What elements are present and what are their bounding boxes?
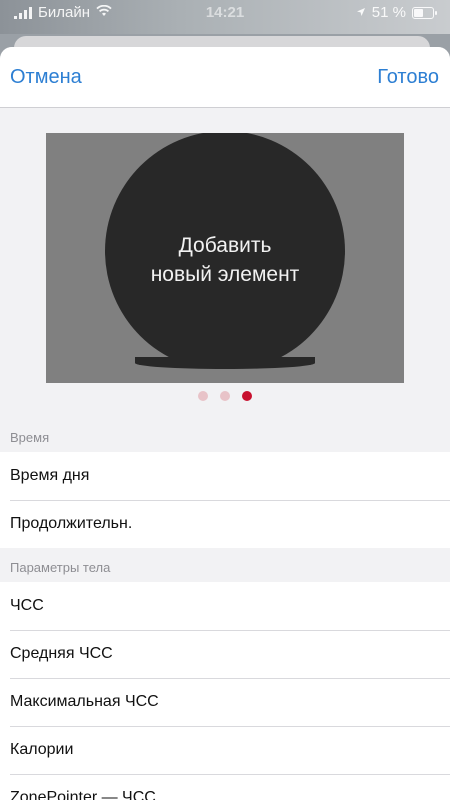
list-item[interactable]: Продолжительн. (0, 500, 450, 548)
add-element-line2: новый элемент (150, 263, 300, 286)
list-item[interactable]: Калории (0, 726, 450, 774)
watch-face-bottom (46, 363, 404, 383)
watch-face: Добавить новый элемент (105, 133, 345, 371)
battery-percent: 51 % (371, 4, 406, 21)
section-list: ЧСС Средняя ЧСС Максимальная ЧСС Калории Zon… (0, 582, 450, 800)
list-item[interactable]: Время дня (0, 452, 450, 500)
section-header: Параметры тела (10, 560, 111, 575)
add-element-label: Добавить новый элемент (105, 231, 345, 289)
status-right: 51 % (356, 4, 437, 21)
list-item[interactable]: ZonePointer — ЧСС (0, 774, 450, 800)
cancel-button[interactable]: Отмена (10, 66, 82, 89)
page-dot[interactable] (242, 391, 252, 401)
list-item[interactable]: ЧСС (0, 582, 450, 630)
page-indicator (0, 391, 450, 401)
done-button[interactable]: Готово (377, 66, 439, 89)
nav-bar: Отмена Готово (0, 47, 450, 108)
list-item[interactable]: Средняя ЧСС (0, 630, 450, 678)
watch-preview[interactable]: Добавить новый элемент (46, 133, 404, 383)
section-header: Время (10, 430, 50, 445)
status-bar: Билайн 14:21 51 % (0, 0, 450, 34)
modal-sheet: Отмена Готово Добавить новый элемент Вре… (0, 47, 450, 800)
page-dot[interactable] (198, 391, 208, 401)
page-dot[interactable] (220, 391, 230, 401)
preview-area: Добавить новый элемент (0, 108, 450, 418)
battery-icon (412, 6, 437, 19)
section-list: Время дня Продолжительн. (0, 452, 450, 548)
add-element-line1: Добавить (178, 234, 272, 257)
settings-sections: Время Время дня Продолжительн. Параметры те… (0, 418, 450, 800)
list-item[interactable]: Максимальная ЧСС (0, 678, 450, 726)
location-icon (356, 4, 366, 21)
